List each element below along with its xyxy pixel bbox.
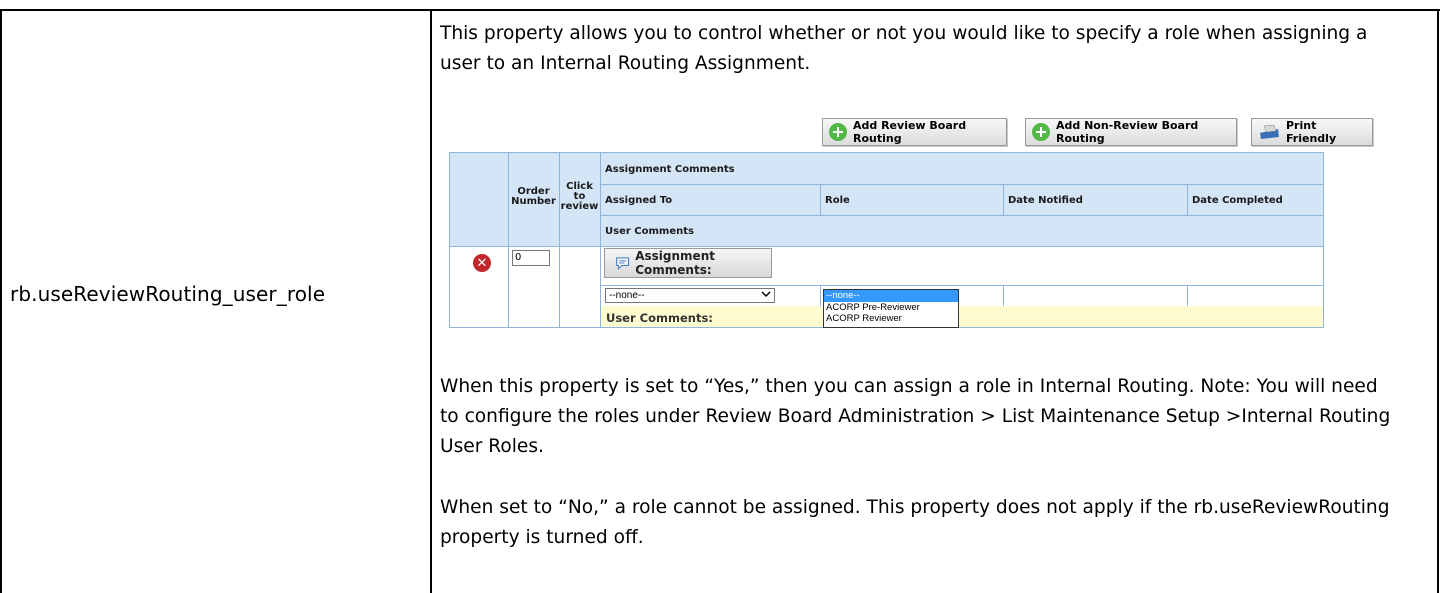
grid-line (820, 184, 821, 215)
no-paragraph: When set to “No,” a role cannot be assig… (440, 493, 1430, 553)
role-listbox[interactable]: --none-- ACORP Pre-Reviewer ACORP Review… (823, 289, 959, 328)
grid-line (1187, 285, 1188, 306)
no-line-1: When set to “No,” a role cannot be assig… (440, 497, 1390, 518)
chevron-down-icon (761, 289, 771, 302)
add-review-board-routing-label: Add Review Board Routing (853, 119, 967, 145)
property-table: rb.useReviewRouting_user_role This prope… (0, 0, 1440, 593)
user-comments-header: User Comments (605, 226, 694, 237)
click-to-review-header: Click to review (559, 182, 600, 212)
assignment-comments-label: Assignment Comments: (635, 249, 715, 277)
intro-paragraph: This property allows you to control whet… (440, 19, 1430, 79)
yes-paragraph: When this property is set to “Yes,” then… (440, 372, 1430, 462)
delete-icon[interactable]: ✕ (473, 254, 491, 272)
property-name: rb.useReviewRouting_user_role (10, 282, 326, 306)
print-friendly-label: Print Friendly (1286, 119, 1337, 145)
printer-icon (1258, 124, 1280, 140)
table-left-border (0, 9, 2, 593)
grid-line (1187, 184, 1188, 215)
role-header: Role (825, 195, 850, 206)
add-non-review-board-routing-label: Add Non-Review Board Routing (1056, 119, 1199, 145)
assigned-to-header: Assigned To (605, 195, 673, 206)
yes-line-2: to configure the roles under Review Boar… (440, 406, 1391, 427)
user-comments-label: User Comments: (606, 311, 713, 325)
grid-line (508, 153, 509, 327)
grid-line (600, 215, 1323, 216)
grid-line (820, 285, 821, 306)
table-right-border (1437, 9, 1439, 593)
grid-line (1003, 285, 1004, 306)
grid-line (1003, 184, 1004, 215)
grid-line (600, 153, 601, 327)
add-non-review-board-routing-button[interactable]: Add Non-Review Board Routing (1025, 118, 1237, 146)
column-divider (430, 9, 432, 593)
yes-line-3: User Roles. (440, 436, 544, 457)
plus-icon (829, 123, 847, 141)
role-option[interactable]: ACORP Reviewer (824, 313, 958, 325)
assigned-to-select[interactable]: --none-- (605, 288, 775, 303)
role-option[interactable]: ACORP Pre-Reviewer (824, 302, 958, 314)
intro-line-2: user to an Internal Routing Assignment. (440, 53, 811, 74)
grid-line (450, 246, 1323, 247)
no-line-2: property is turned off. (440, 527, 644, 548)
grid-line (600, 184, 1323, 185)
order-number-input[interactable]: 0 (512, 250, 550, 266)
table-top-border (0, 9, 1440, 11)
intro-line-1: This property allows you to control whet… (440, 23, 1368, 44)
click-header-line: review (560, 201, 599, 212)
comment-icon (616, 257, 630, 271)
assigned-to-value: --none-- (609, 290, 645, 301)
print-friendly-button[interactable]: Print Friendly (1251, 118, 1373, 146)
assignment-comments-header: Assignment Comments (605, 164, 735, 175)
yes-line-1: When this property is set to “Yes,” then… (440, 376, 1378, 397)
role-option[interactable]: --none-- (824, 290, 958, 302)
grid-line (600, 285, 1323, 286)
date-completed-header: Date Completed (1192, 195, 1283, 206)
assignment-comments-button[interactable]: Assignment Comments: (604, 248, 772, 278)
grid-line (559, 153, 560, 327)
add-review-board-routing-button[interactable]: Add Review Board Routing (822, 118, 1007, 146)
order-number-header: Order Number (508, 187, 559, 207)
routing-table: Order Number Click to review Assignment … (449, 152, 1324, 328)
plus-icon (1032, 123, 1050, 141)
date-notified-header: Date Notified (1008, 195, 1083, 206)
order-header-line: Number (511, 196, 556, 207)
